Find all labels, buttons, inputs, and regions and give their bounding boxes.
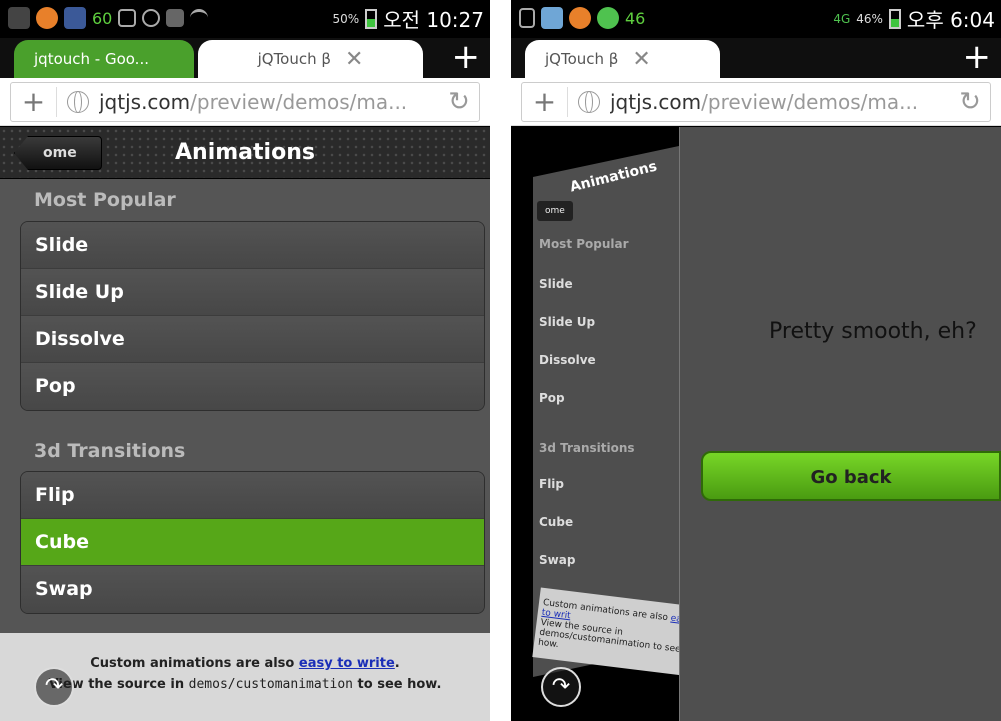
mini-section-title: Most Popular [539, 237, 629, 251]
tab-label: jQTouch β [545, 50, 619, 68]
mini-item: Slide Up [539, 315, 596, 329]
mini-back-button: ome [537, 201, 573, 221]
url-text: jqtjs.com/preview/demos/ma... [99, 90, 408, 114]
browser-icon [36, 7, 58, 29]
mini-footer-line2: View the source in demos/customanimation… [537, 617, 682, 655]
url-field[interactable]: + jqtjs.com/preview/demos/ma... ↻ [521, 82, 991, 122]
address-bar: + jqtjs.com/preview/demos/ma... ↻ [0, 78, 490, 126]
add-bookmark-icon[interactable]: + [11, 87, 57, 117]
message-text: Pretty smooth, eh? [769, 319, 977, 344]
network-type: 4G [833, 11, 851, 26]
browser-icon [569, 7, 591, 29]
mini-item: Dissolve [539, 353, 596, 367]
close-icon[interactable]: ✕ [345, 47, 363, 72]
mute-icon [118, 9, 137, 27]
section-title-3d-transitions: 3d Transitions [34, 440, 186, 462]
list-item-pop[interactable]: Pop [21, 363, 484, 410]
browser-tab-jqtouch-google[interactable]: jqtouch - Goo... [14, 40, 194, 78]
mini-item: Pop [539, 391, 565, 405]
globe-icon [67, 91, 89, 113]
status-bar: 60 50% 오전 10:27 [0, 0, 490, 38]
share-arrow-icon: ↷ [44, 674, 64, 699]
share-arrow-icon: ↷ [551, 674, 571, 699]
mini-item: Swap [539, 553, 576, 567]
url-text: jqtjs.com/preview/demos/ma... [610, 90, 919, 114]
back-button-label: ome [43, 145, 77, 161]
share-button[interactable]: ↷ [34, 667, 74, 707]
tab-label: jQTouch β [257, 50, 331, 68]
globe-icon [578, 91, 600, 113]
paint-icon [541, 7, 563, 29]
url-field[interactable]: + jqtjs.com/preview/demos/ma... ↻ [10, 82, 480, 122]
add-bookmark-icon[interactable]: + [522, 87, 568, 117]
list-item-cube[interactable]: Cube [21, 519, 484, 566]
list-item-dissolve[interactable]: Dissolve [21, 316, 484, 363]
new-tab-button[interactable]: + [452, 38, 481, 76]
facebook-icon [64, 7, 86, 29]
browser-tab-jqtouch[interactable]: jQTouch β ✕ [525, 40, 720, 78]
usb-icon [519, 8, 535, 28]
battery-icon [365, 8, 378, 29]
mini-item: Slide [539, 277, 573, 291]
device-icon [166, 9, 185, 27]
page-content: Animations ome Most Popular Slide Slide … [0, 127, 490, 721]
go-back-button[interactable]: Go back [701, 451, 1001, 501]
cube-face-next [679, 127, 1001, 721]
easy-to-write-link[interactable]: easy to write [299, 656, 395, 671]
list-item-swap[interactable]: Swap [21, 566, 484, 613]
signal-strength: 50% [332, 11, 360, 26]
notification-badge: 46 [625, 8, 646, 28]
phone-screen-left: 60 50% 오전 10:27 jqtouch - Goo... jQTouch… [0, 0, 490, 721]
info-footer: Custom animations are also easy to write… [0, 633, 490, 721]
plus-icon [8, 7, 30, 29]
signal-strength: 46% [856, 11, 883, 26]
share-button[interactable]: ↷ [541, 667, 581, 707]
reload-icon[interactable]: ↻ [439, 87, 479, 117]
list-most-popular: Slide Slide Up Dissolve Pop [20, 221, 485, 411]
battery-icon [888, 8, 901, 29]
list-item-slide[interactable]: Slide [21, 222, 484, 269]
mini-section-title: 3d Transitions [539, 441, 635, 455]
reload-icon[interactable]: ↻ [950, 87, 990, 117]
notification-badge: 60 [92, 8, 113, 28]
list-3d-transitions: Flip Cube Swap [20, 471, 485, 614]
browser-tab-strip: jqtouch - Goo... jQTouch β ✕ + [0, 38, 490, 78]
mini-item: Flip [539, 477, 565, 491]
alarm-icon [142, 9, 161, 27]
back-button[interactable]: ome [14, 136, 102, 170]
list-item-slide-up[interactable]: Slide Up [21, 269, 484, 316]
status-time: 오후 6:04 [906, 8, 995, 32]
list-item-flip[interactable]: Flip [21, 472, 484, 519]
new-tab-button[interactable]: + [963, 38, 992, 76]
address-bar: + jqtjs.com/preview/demos/ma... ↻ [511, 78, 1001, 126]
status-time: 오전 10:27 [383, 8, 484, 32]
phone-screen-right: 46 4G 46% 오후 6:04 jQTouch β ✕ + + jqtjs.… [511, 0, 1001, 721]
cube-transition-scene: Animations ome Most Popular Slide Slide … [511, 127, 1001, 721]
tab-label: jqtouch - Goo... [34, 50, 149, 68]
browser-tab-jqtouch[interactable]: jQTouch β ✕ [198, 40, 423, 78]
circle-icon [597, 7, 619, 29]
status-bar: 46 4G 46% 오후 6:04 [511, 0, 1001, 38]
mini-item: Cube [539, 515, 574, 529]
section-title-most-popular: Most Popular [34, 189, 176, 211]
jqt-toolbar: Animations ome [0, 127, 490, 179]
browser-tab-strip: jQTouch β ✕ + [511, 38, 1001, 78]
close-icon[interactable]: ✕ [632, 47, 650, 72]
wifi-icon [190, 9, 209, 27]
